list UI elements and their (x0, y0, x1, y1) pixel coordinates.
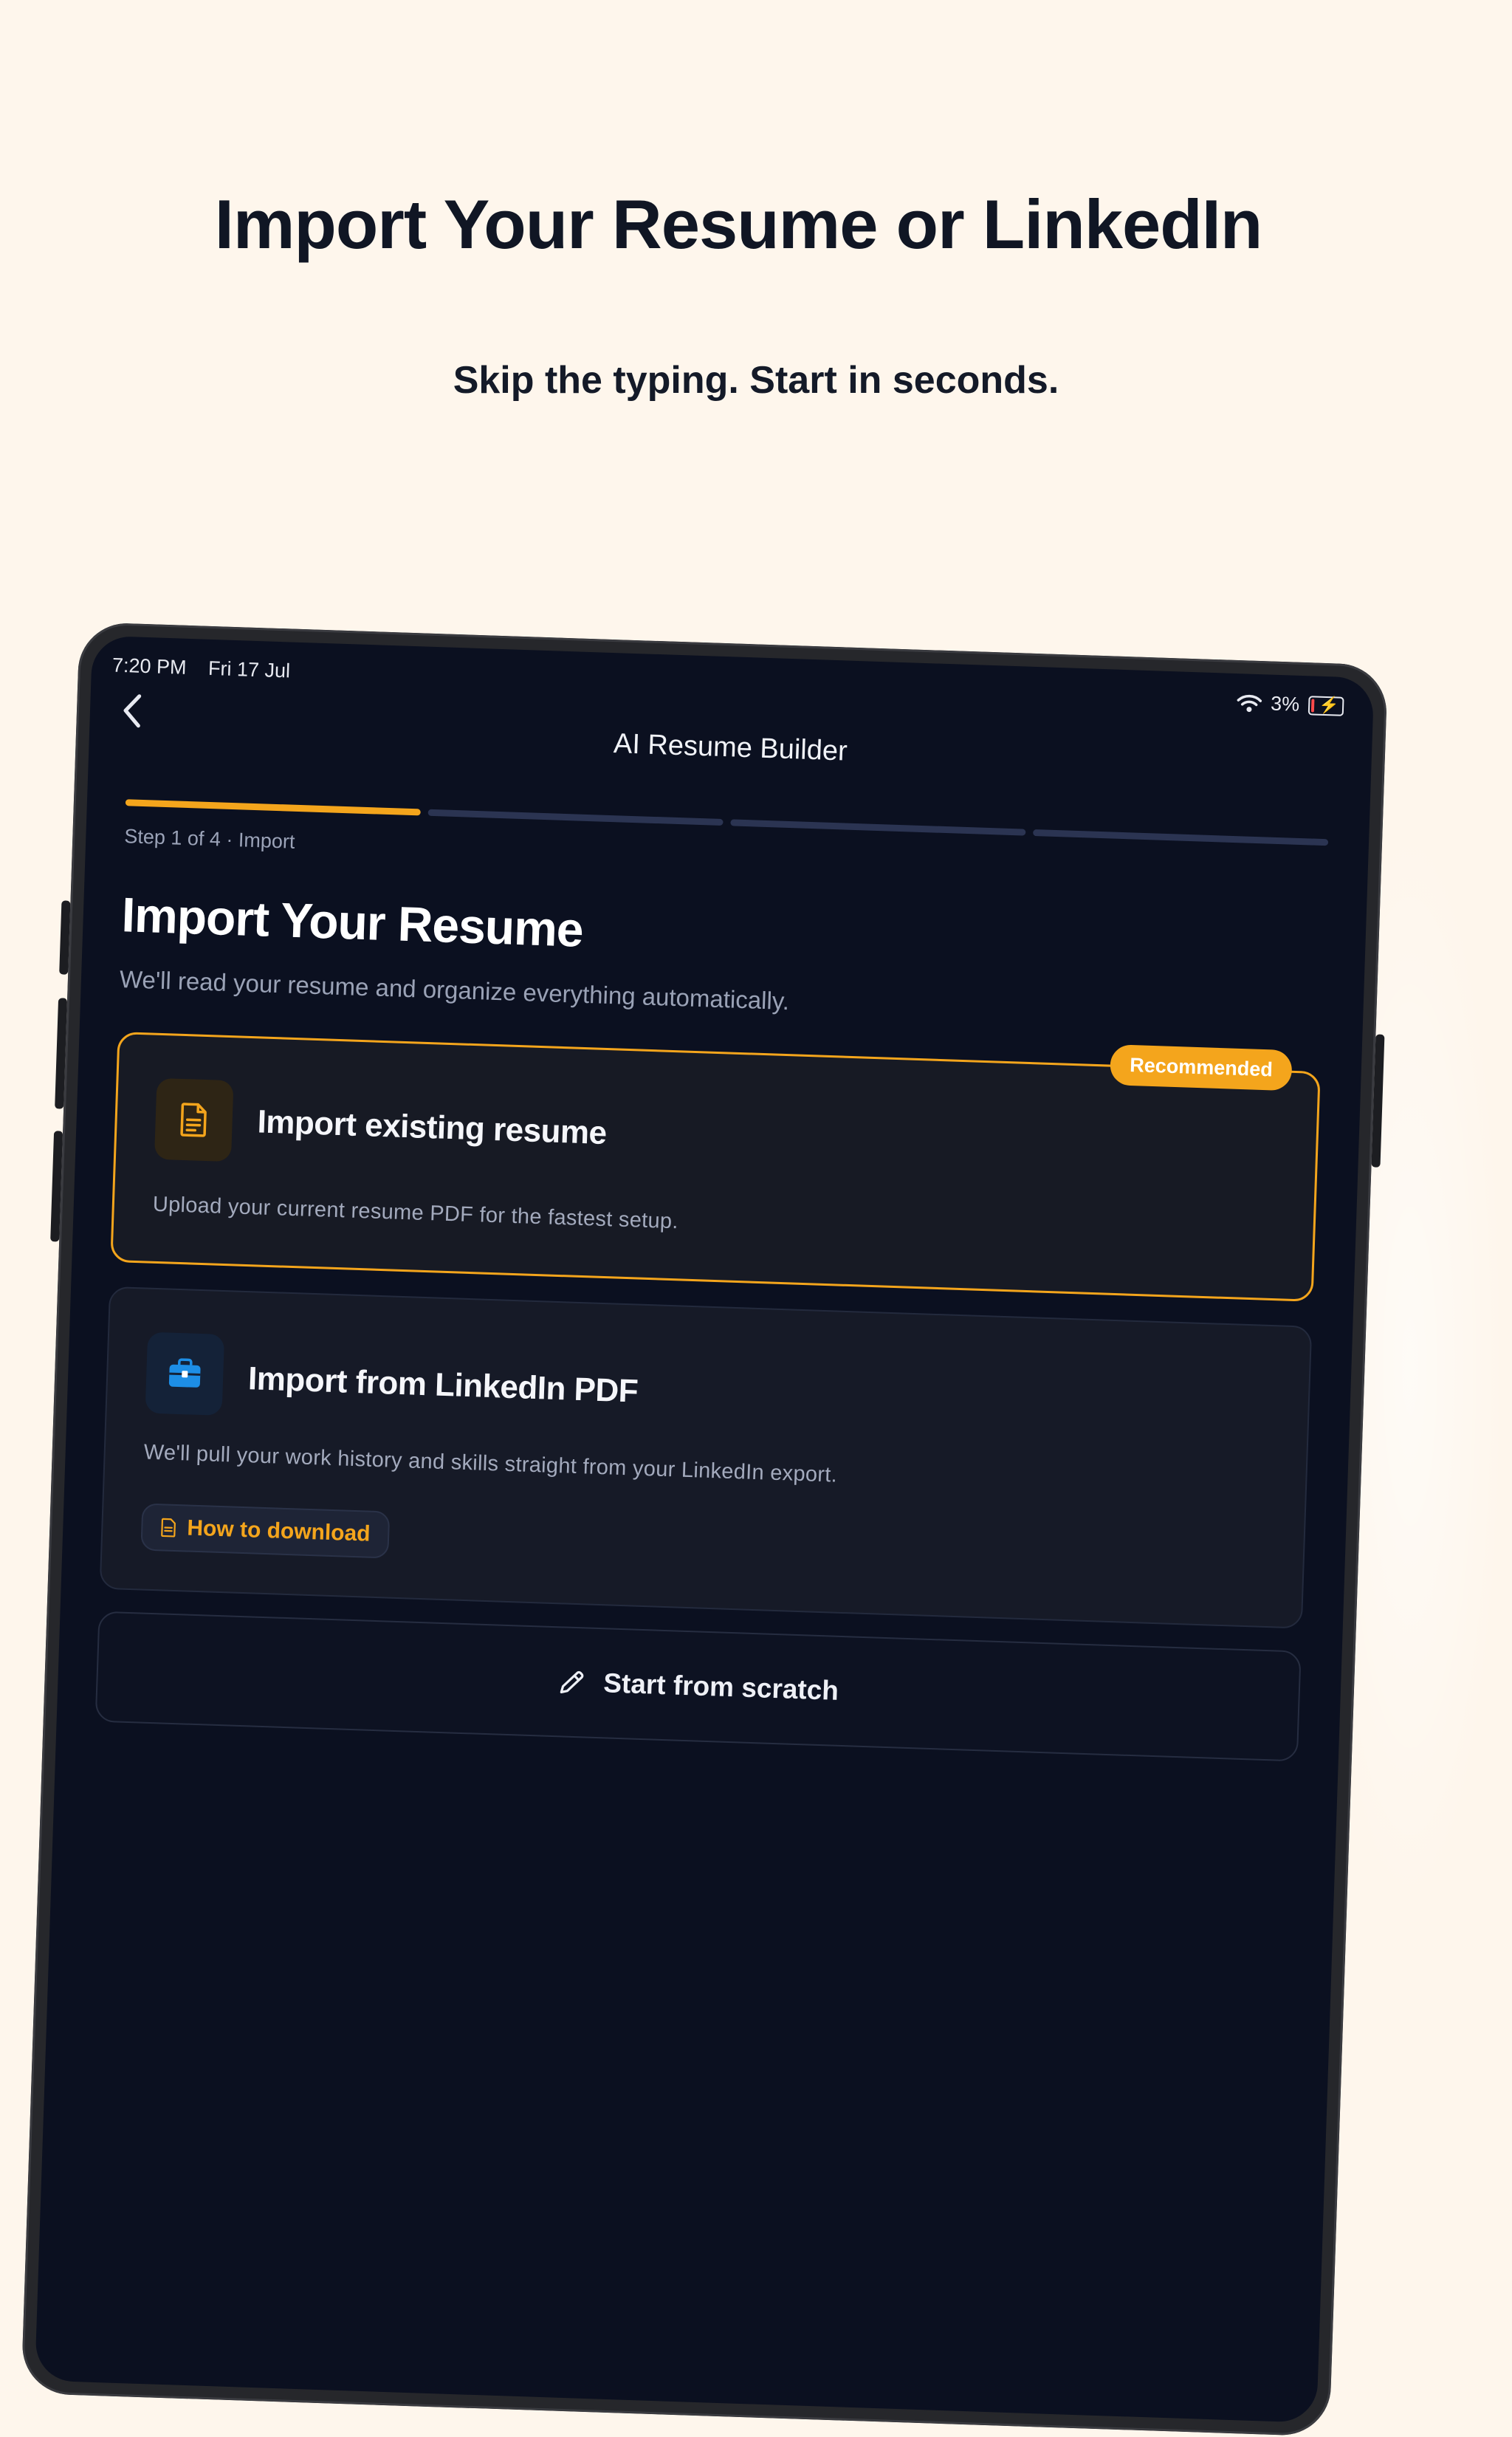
how-to-download-button[interactable]: How to download (140, 1503, 390, 1558)
progress-segment (1033, 829, 1328, 846)
progress-segment (126, 799, 421, 815)
status-date: Fri 17 Jul (208, 657, 291, 682)
tablet-device: 7:20 PM Fri 17 Jul 3% ⚡ (21, 622, 1388, 2436)
page-title: Import Your Resume (121, 886, 584, 958)
step-progress-bar (126, 799, 1328, 846)
recommended-badge: Recommended (1110, 1044, 1292, 1091)
start-from-scratch-label: Start from scratch (603, 1667, 839, 1707)
battery-percent: 3% (1271, 693, 1300, 716)
status-bar-right: 3% ⚡ (1237, 691, 1344, 718)
status-bar-left: 7:20 PM Fri 17 Jul (112, 654, 307, 684)
status-time: 7:20 PM (112, 654, 188, 679)
briefcase-icon (168, 1358, 202, 1391)
progress-segment (730, 819, 1025, 835)
import-resume-title: Import existing resume (257, 1103, 608, 1152)
how-to-download-label: How to download (187, 1516, 371, 1547)
import-linkedin-title: Import from LinkedIn PDF (247, 1360, 639, 1410)
document-icon (179, 1102, 210, 1138)
battery-icon: ⚡ (1308, 696, 1344, 716)
app-screen: 7:20 PM Fri 17 Jul 3% ⚡ (35, 636, 1374, 2423)
step-label: Step 1 of 4 · Import (124, 825, 295, 854)
start-from-scratch-button[interactable]: Start from scratch (95, 1611, 1302, 1762)
import-linkedin-card[interactable]: Import from LinkedIn PDF We'll pull your… (100, 1286, 1313, 1629)
pencil-icon (557, 1667, 586, 1696)
import-resume-card[interactable]: Recommended Import existing resume Uploa… (110, 1032, 1320, 1302)
import-linkedin-description: We'll pull your work history and skills … (143, 1441, 837, 1488)
document-icon (160, 1517, 177, 1538)
progress-segment (428, 809, 724, 826)
device-frame: 7:20 PM Fri 17 Jul 3% ⚡ (21, 622, 1388, 2436)
page-description: We'll read your resume and organize ever… (119, 965, 789, 1015)
import-resume-icon-box (154, 1078, 234, 1162)
import-linkedin-icon-box (145, 1332, 225, 1416)
wifi-icon (1237, 693, 1262, 713)
promo-subheadline: Skip the typing. Start in seconds. (0, 358, 1512, 402)
promo-headline: Import Your Resume or LinkedIn (0, 185, 1477, 264)
import-resume-description: Upload your current resume PDF for the f… (152, 1193, 678, 1235)
nav-title: AI Resume Builder (89, 711, 1372, 786)
